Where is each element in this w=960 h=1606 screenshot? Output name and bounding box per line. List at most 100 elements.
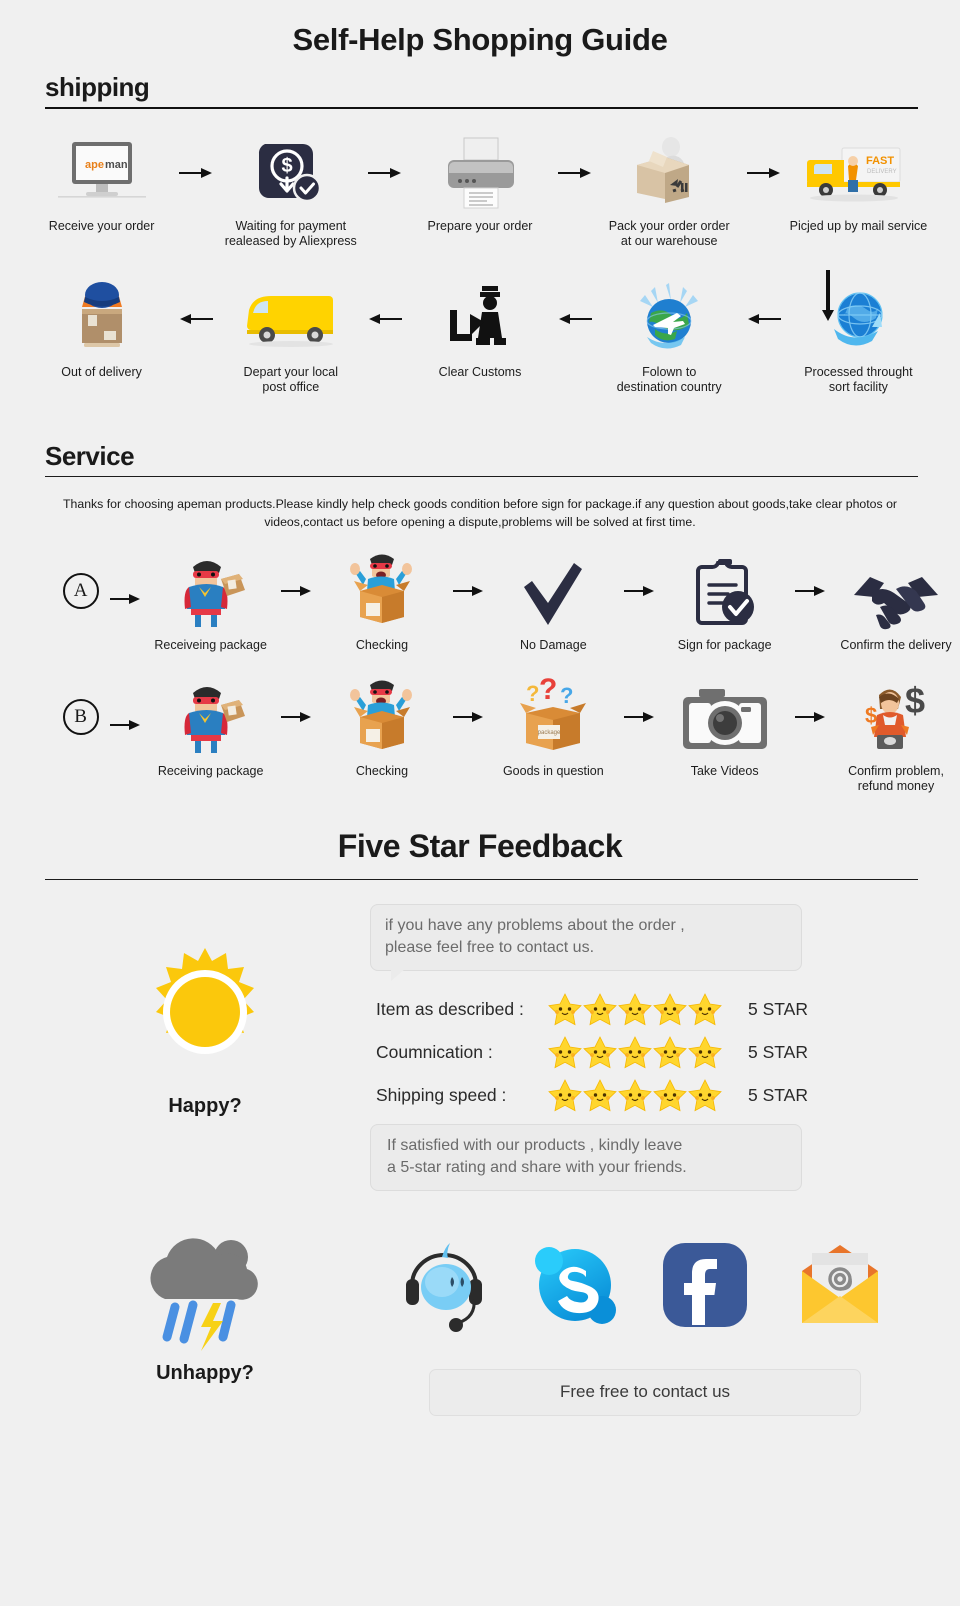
feedback-bottom-bubble: If satisfied with our products , kindly … bbox=[370, 1124, 802, 1191]
service-step-confirm-delivery: Confirm the delivery bbox=[832, 553, 960, 653]
yellow-van-icon bbox=[241, 281, 341, 357]
shipping-step-label: Receive your order bbox=[48, 219, 155, 233]
rating-value: 5 STAR bbox=[748, 999, 808, 1019]
shipping-step-receive-order: ape man Receive your order bbox=[30, 135, 173, 234]
svg-text:FAST: FAST bbox=[866, 155, 894, 167]
label-line-2: post office bbox=[262, 380, 320, 394]
svg-text:?: ? bbox=[526, 681, 539, 706]
contact-us-bar[interactable]: Free free to contact us bbox=[429, 1369, 861, 1416]
bubble-line-2: a 5-star rating and share with your frie… bbox=[387, 1159, 687, 1176]
checkmark-icon bbox=[520, 553, 586, 629]
hero-in-box-icon bbox=[344, 553, 420, 629]
rating-label: Shipping speed : bbox=[376, 1085, 507, 1105]
social-icons-row bbox=[370, 1227, 920, 1347]
rating-label: Item as described : bbox=[376, 999, 524, 1019]
service-step-confirm-problem-refund: $ $ Confirm problem, refund money bbox=[832, 679, 960, 794]
service-paragraph: Thanks for choosing apeman products.Plea… bbox=[62, 495, 898, 531]
shipping-flow-row-1: ape man Receive your order $ Waiting for… bbox=[30, 135, 930, 249]
globe-plane-icon bbox=[629, 281, 709, 357]
service-step-receiving-package-a: Receiveing package bbox=[147, 553, 275, 653]
shipping-step-waiting-payment: $ Waiting for payment realeased by Aliex… bbox=[219, 135, 362, 249]
rating-row: Coumnication : 5 STAR bbox=[376, 1036, 920, 1069]
arrow-right-icon bbox=[103, 561, 146, 637]
badge-letter: B bbox=[62, 699, 99, 735]
shipping-step-clear-customs: Clear Customs bbox=[408, 281, 551, 380]
service-step-label: Goods in question bbox=[502, 764, 604, 778]
service-step-take-videos: Take Videos bbox=[661, 679, 789, 779]
star-rating[interactable] bbox=[548, 1036, 734, 1069]
box-question-marks-icon: ? ? ? package bbox=[512, 673, 594, 755]
arrow-left-icon bbox=[173, 281, 219, 357]
arrow-left-icon bbox=[741, 281, 787, 357]
arrow-right-icon bbox=[362, 135, 408, 211]
service-step-receiving-package-b: Receiving package bbox=[147, 679, 275, 779]
contact-channels: Free free to contact us bbox=[370, 1227, 920, 1416]
shipping-step-flown-destination: Folown to destination country bbox=[598, 281, 741, 395]
shipping-section-heading: shipping bbox=[45, 72, 150, 102]
support-refund-icon: $ $ bbox=[851, 679, 941, 755]
unhappy-column: Unhappy? bbox=[40, 1227, 370, 1385]
arrow-left-icon bbox=[362, 281, 408, 357]
arrow-right-icon bbox=[275, 553, 318, 629]
feedback-divider bbox=[45, 879, 918, 880]
badge-letter: A bbox=[62, 573, 99, 609]
shipping-step-label: Picjed up by mail service bbox=[789, 219, 928, 233]
service-step-label: Confirm the delivery bbox=[840, 638, 952, 652]
svg-text:$: $ bbox=[281, 155, 292, 177]
shipping-step-depart-post-office: Depart your local post office bbox=[219, 281, 362, 395]
label-line-1: Depart your local bbox=[243, 365, 339, 379]
bubble-line-2: please feel free to contact us. bbox=[385, 939, 595, 956]
ratings-table: Item as described : 5 STAR Coumnication … bbox=[376, 993, 920, 1112]
aliwangwang-support-icon[interactable] bbox=[398, 1237, 490, 1338]
hero-in-box-icon bbox=[344, 679, 420, 755]
shopping-guide-page: Self-Help Shopping Guide shipping ape ma… bbox=[0, 0, 960, 1606]
bubble-line-1: if you have any problems about the order… bbox=[385, 917, 685, 934]
service-step-label: Checking bbox=[355, 638, 409, 652]
arrow-right-icon bbox=[552, 135, 598, 211]
rain-cloud-icon bbox=[135, 1227, 275, 1352]
printer-icon bbox=[444, 135, 516, 211]
svg-text:$: $ bbox=[905, 680, 925, 721]
page-title: Self-Help Shopping Guide bbox=[292, 22, 668, 57]
service-step-checking-a: Checking bbox=[318, 553, 446, 653]
shipping-step-prepare-order: Prepare your order bbox=[408, 135, 551, 234]
packing-box-icon bbox=[623, 135, 715, 211]
service-step-goods-in-question: ? ? ? package Goods in question bbox=[489, 673, 617, 779]
label-line-2: destination country bbox=[616, 380, 722, 394]
service-step-label: Checking bbox=[355, 764, 409, 778]
arrow-right-icon bbox=[275, 679, 318, 755]
rating-row: Shipping speed : 5 STAR bbox=[376, 1079, 920, 1112]
service-flow-row-b: B Receiving package Checking ? ? ? packa… bbox=[58, 673, 960, 794]
feedback-block: Happy? if you have any problems about th… bbox=[40, 886, 920, 1191]
facebook-icon[interactable] bbox=[661, 1241, 749, 1334]
rating-value: 5 STAR bbox=[748, 1042, 808, 1062]
label-line-1: Folown to bbox=[642, 365, 697, 379]
happy-column: Happy? bbox=[40, 886, 370, 1191]
fast-delivery-truck-icon: FAST DELIVERY bbox=[804, 135, 912, 211]
shipping-step-label: Depart your local post office bbox=[244, 365, 339, 395]
email-envelope-icon[interactable] bbox=[788, 1241, 892, 1334]
courier-parcel-icon bbox=[62, 281, 142, 357]
arrow-right-icon bbox=[103, 687, 146, 763]
svg-text:package: package bbox=[538, 730, 561, 736]
service-step-label: Receiving package bbox=[157, 764, 264, 778]
service-step-sign-for-package: Sign for package bbox=[661, 553, 789, 653]
rating-label: Coumnication : bbox=[376, 1042, 493, 1062]
svg-text:DELIVERY: DELIVERY bbox=[867, 169, 897, 175]
service-step-label: Take Videos bbox=[690, 764, 759, 778]
arrow-right-icon bbox=[617, 553, 660, 629]
hero-with-parcel-icon bbox=[175, 679, 247, 755]
service-step-label: Receiveing package bbox=[154, 638, 267, 652]
service-step-label: Confirm problem, refund money bbox=[848, 764, 944, 794]
arrow-right-icon bbox=[741, 135, 787, 211]
star-rating[interactable] bbox=[548, 993, 734, 1026]
label-line-1: Waiting for payment bbox=[235, 219, 347, 233]
shipping-step-out-of-delivery: Out of delivery bbox=[30, 281, 173, 380]
service-divider bbox=[45, 476, 918, 477]
skype-icon[interactable] bbox=[529, 1239, 621, 1336]
shipping-step-label: Waiting for payment realeased by Aliexpr… bbox=[225, 219, 357, 249]
label-line-2: realeased by Aliexpress bbox=[224, 234, 357, 248]
camera-icon bbox=[679, 679, 771, 755]
arrow-right-icon bbox=[617, 679, 660, 755]
star-rating[interactable] bbox=[548, 1079, 734, 1112]
